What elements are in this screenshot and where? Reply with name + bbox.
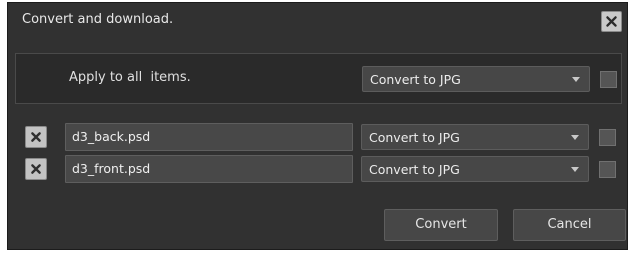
close-icon [606,16,617,27]
apply-all-panel: Apply to all items. Convert to JPG [15,53,622,104]
filename-field-d3-back[interactable]: d3_back.psd [65,123,353,151]
remove-item-button-d3-front[interactable] [25,158,47,180]
close-button[interactable] [601,11,622,32]
cancel-button[interactable]: Cancel [513,209,626,241]
apply-all-checkbox[interactable] [600,71,617,88]
apply-all-format-value: Convert to JPG [370,72,461,87]
item-format-value: Convert to JPG [369,162,460,177]
filename-text: d3_back.psd [72,129,151,144]
item-format-select-d3-front[interactable]: Convert to JPG [361,156,589,182]
chevron-down-icon [571,135,579,140]
filename-text: d3_front.psd [72,161,151,176]
chevron-down-icon [571,167,579,172]
item-checkbox-d3-back[interactable] [599,129,616,146]
convert-dialog: Convert and download. Apply to all items… [7,2,628,250]
close-icon [31,132,41,142]
convert-button[interactable]: Convert [384,209,498,241]
filename-field-d3-front[interactable]: d3_front.psd [65,155,353,183]
apply-all-label: Apply to all items. [69,70,191,85]
chevron-down-icon [572,77,580,82]
item-checkbox-d3-front[interactable] [599,161,616,178]
apply-all-format-select[interactable]: Convert to JPG [362,66,590,92]
close-icon [31,164,41,174]
remove-item-button-d3-back[interactable] [25,126,47,148]
dialog-title: Convert and download. [22,12,174,27]
item-format-value: Convert to JPG [369,130,460,145]
item-format-select-d3-back[interactable]: Convert to JPG [361,124,589,150]
